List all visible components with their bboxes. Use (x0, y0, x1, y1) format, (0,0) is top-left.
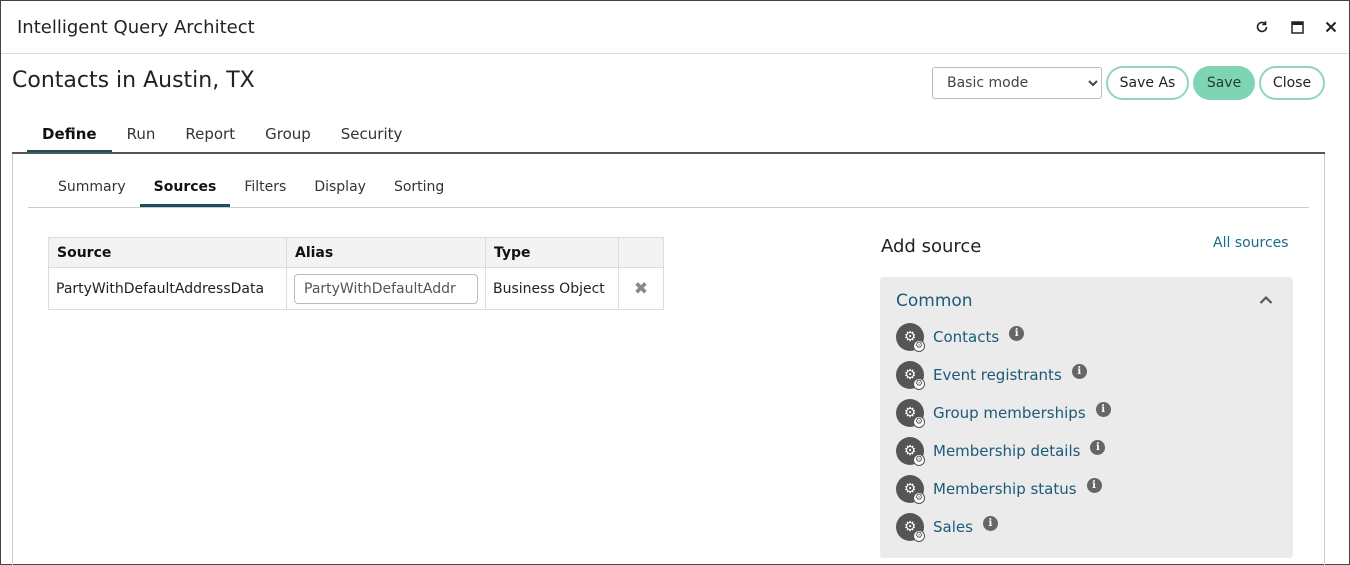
business-object-icon: ⚙ ⚙ (896, 399, 925, 428)
business-object-icon: ⚙ ⚙ (896, 323, 925, 352)
cell-actions: ✖ (618, 267, 664, 310)
query-architect-window: Intelligent Query Architect Contacts in … (0, 0, 1350, 565)
column-header-source: Source (48, 237, 287, 268)
add-source-title: Add source (881, 236, 982, 257)
info-icon[interactable]: i (1090, 439, 1106, 455)
cell-type: Business Object (485, 267, 619, 310)
mode-select[interactable]: Basic mode (932, 67, 1102, 99)
close-button[interactable]: Close (1259, 66, 1325, 100)
all-sources-link[interactable]: All sources (1213, 235, 1289, 251)
table-header-row: Source Alias Type (48, 237, 664, 268)
main-tabs-divider (12, 152, 1325, 154)
business-object-icon: ⚙ ⚙ (896, 437, 925, 466)
remove-source-icon[interactable]: ✖ (626, 279, 656, 299)
subtab-display[interactable]: Display (300, 173, 380, 207)
sources-table: Source Alias Type PartyWithDefaultAddres… (48, 237, 664, 310)
source-link-group-memberships[interactable]: Group memberships (933, 404, 1086, 422)
maximize-icon[interactable] (1288, 18, 1306, 36)
subtab-summary[interactable]: Summary (44, 173, 140, 207)
sub-tabs-divider (28, 207, 1309, 208)
list-item: ⚙ ⚙ Contacts i (896, 322, 1025, 352)
list-item: ⚙ ⚙ Membership details i (896, 436, 1106, 466)
subtab-sources[interactable]: Sources (139, 173, 231, 207)
info-icon[interactable]: i (982, 515, 998, 531)
tab-report[interactable]: Report (170, 119, 250, 153)
source-link-event-registrants[interactable]: Event registrants (933, 366, 1062, 384)
list-item: ⚙ ⚙ Event registrants i (896, 360, 1087, 390)
panel-border-left (12, 154, 13, 565)
list-item: ⚙ ⚙ Sales i (896, 512, 998, 542)
close-icon[interactable] (1322, 18, 1340, 36)
sub-tabs: Summary Sources Filters Display Sorting (44, 173, 458, 207)
source-link-contacts[interactable]: Contacts (933, 328, 999, 346)
business-object-icon: ⚙ ⚙ (896, 361, 925, 390)
column-header-actions (618, 237, 664, 268)
cell-alias (286, 267, 486, 310)
common-section-heading[interactable]: Common (896, 291, 973, 311)
save-button[interactable]: Save (1193, 66, 1255, 100)
tab-define[interactable]: Define (27, 119, 112, 153)
cell-source: PartyWithDefaultAddressData (48, 267, 287, 310)
save-as-button[interactable]: Save As (1106, 66, 1189, 100)
common-sources-panel: Common ⚙ ⚙ Contacts i ⚙ ⚙ Event registrant… (880, 277, 1293, 558)
main-tabs: Define Run Report Group Security (27, 119, 417, 153)
info-icon[interactable]: i (1086, 477, 1102, 493)
window-title: Intelligent Query Architect (17, 17, 255, 38)
list-item: ⚙ ⚙ Membership status i (896, 474, 1102, 504)
column-header-alias: Alias (286, 237, 486, 268)
title-bar: Intelligent Query Architect (1, 1, 1349, 54)
info-icon[interactable]: i (1095, 401, 1111, 417)
source-link-membership-status[interactable]: Membership status (933, 480, 1077, 498)
tab-run[interactable]: Run (112, 119, 171, 153)
list-item: ⚙ ⚙ Group memberships i (896, 398, 1111, 428)
column-header-type: Type (485, 237, 619, 268)
info-icon[interactable]: i (1009, 325, 1025, 341)
tab-group[interactable]: Group (250, 119, 326, 153)
source-link-membership-details[interactable]: Membership details (933, 442, 1080, 460)
panel-border-right (1324, 154, 1325, 565)
alias-input[interactable] (294, 273, 478, 304)
source-link-sales[interactable]: Sales (933, 518, 973, 536)
info-icon[interactable]: i (1071, 363, 1087, 379)
business-object-icon: ⚙ ⚙ (896, 475, 925, 504)
business-object-icon: ⚙ ⚙ (896, 513, 925, 542)
table-row: PartyWithDefaultAddressData Business Obj… (48, 267, 664, 310)
subtab-sorting[interactable]: Sorting (380, 173, 458, 207)
page-title: Contacts in Austin, TX (12, 68, 255, 93)
chevron-up-icon[interactable] (1259, 290, 1273, 309)
tab-security[interactable]: Security (326, 119, 418, 153)
refresh-icon[interactable] (1253, 18, 1271, 36)
subtab-filters[interactable]: Filters (230, 173, 300, 207)
